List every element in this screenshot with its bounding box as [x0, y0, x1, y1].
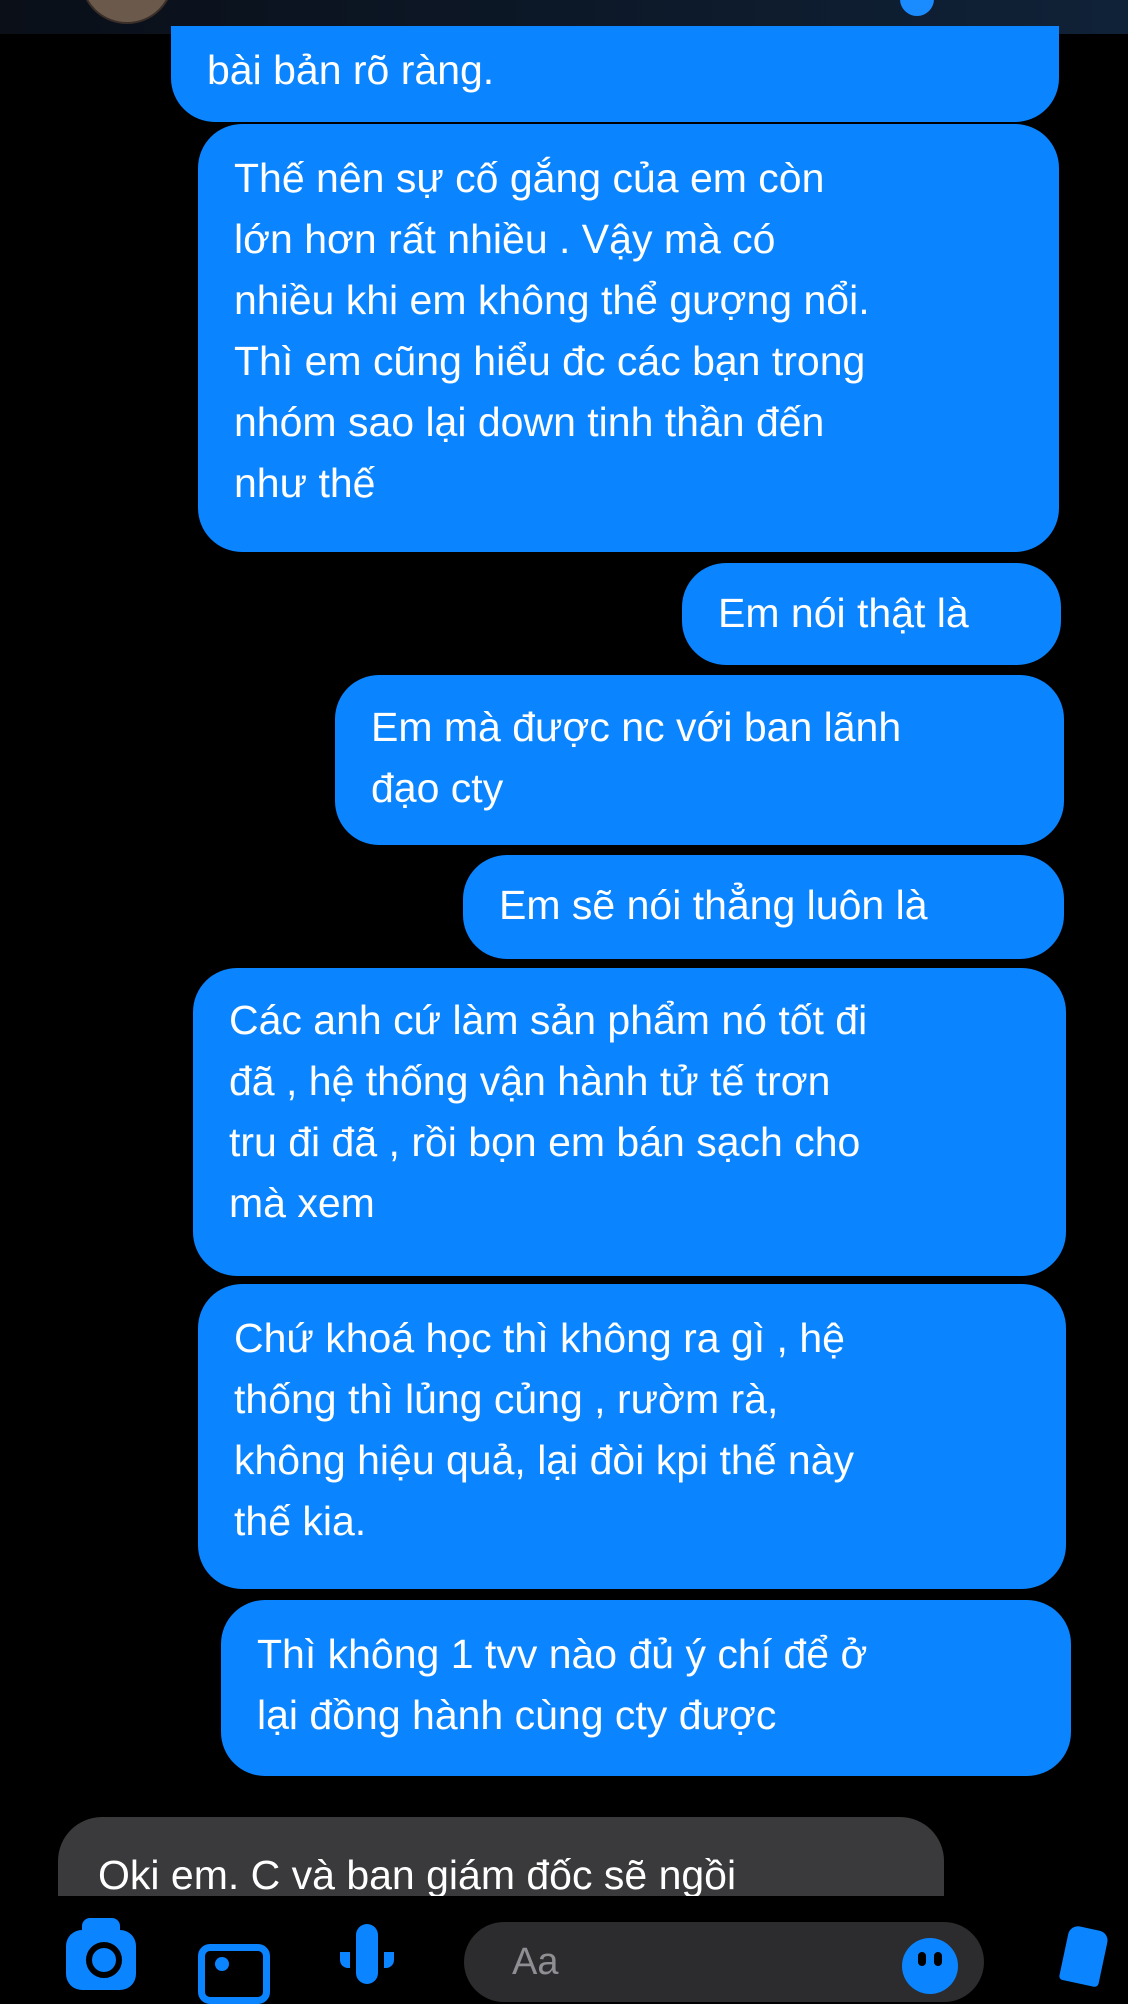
message-bubble-outgoing[interactable]: bài bản rõ ràng. — [171, 26, 1059, 122]
message-bubble-outgoing[interactable]: Thế nên sự cố gắng của em còn lớn hơn rấ… — [198, 124, 1059, 552]
message-bubble-outgoing[interactable]: Em sẽ nói thẳng luôn là — [463, 855, 1064, 959]
message-bubble-incoming[interactable]: Oki em. C và ban giám đốc sẽ ngồi — [58, 1817, 944, 1896]
message-bubble-outgoing[interactable]: Các anh cứ làm sản phẩm nó tốt đi đã , h… — [193, 968, 1066, 1276]
camera-icon[interactable] — [66, 1918, 136, 1990]
photo-icon[interactable] — [198, 1944, 270, 2004]
microphone-icon[interactable] — [340, 1924, 394, 1984]
message-bubble-outgoing[interactable]: Em nói thật là — [682, 563, 1061, 665]
message-bubble-outgoing[interactable]: Em mà được nc với ban lãnh đạo cty — [335, 675, 1064, 845]
message-bubble-outgoing[interactable]: Chứ khoá học thì không ra gì , hệ thống … — [198, 1284, 1066, 1589]
emoji-icon[interactable] — [902, 1938, 958, 1994]
message-bubble-outgoing[interactable]: Thì không 1 tvv nào đủ ý chí để ở lại đồ… — [221, 1600, 1071, 1776]
